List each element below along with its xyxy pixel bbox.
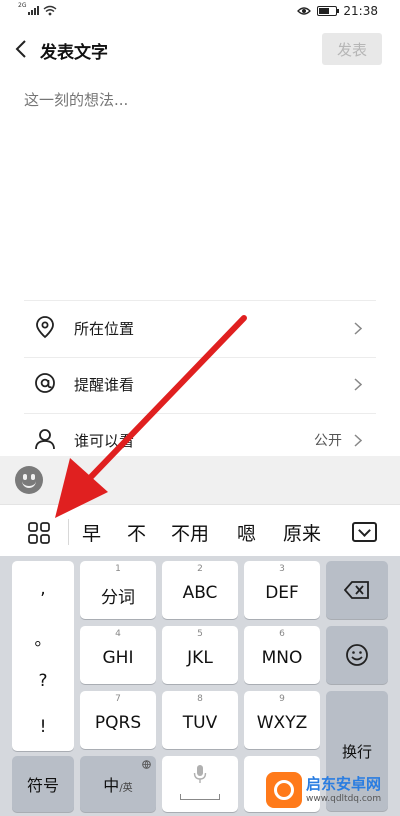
key-label: ABC	[182, 583, 218, 603]
key-label: PQRS	[94, 713, 142, 733]
key-number: 3	[279, 564, 285, 574]
key-9[interactable]: 9 WXYZ	[244, 691, 320, 749]
emoji-icon[interactable]	[15, 466, 43, 494]
clock: 21:38	[343, 4, 378, 18]
wifi-icon	[43, 5, 57, 16]
key-number: 8	[197, 694, 203, 704]
key-2[interactable]: 2 ABC	[162, 561, 238, 619]
emoji-bar	[0, 456, 400, 504]
smiley-icon	[346, 644, 368, 666]
globe-icon	[142, 760, 151, 769]
compose-input[interactable]	[24, 88, 374, 112]
network-type: 2G	[18, 2, 27, 9]
watermark-url: www.qdltdq.com	[306, 794, 382, 804]
key-1[interactable]: 1 分词	[80, 561, 156, 619]
key-7[interactable]: 7 PQRS	[80, 691, 156, 749]
mention-row[interactable]: 提醒谁看	[24, 357, 376, 413]
language-switch-key[interactable]: 中/英	[80, 756, 156, 812]
key-5[interactable]: 5 JKL	[162, 626, 238, 684]
space-key[interactable]	[162, 756, 238, 812]
key-number: 2	[197, 564, 203, 574]
candidate-word[interactable]: 不	[127, 519, 146, 546]
key-number: 5	[197, 629, 203, 639]
enter-label: 换行	[341, 743, 372, 761]
visibility-value: 公开	[314, 433, 342, 449]
visibility-label: 谁可以看	[74, 432, 135, 450]
chevron-right-icon	[354, 434, 362, 447]
microphone-icon	[193, 765, 207, 783]
mention-label: 提醒谁看	[74, 376, 135, 394]
candidate-word[interactable]: 原来	[283, 519, 321, 546]
key-label: WXYZ	[256, 713, 308, 733]
symbols-key[interactable]: 符号	[12, 756, 74, 812]
symbols-label: 符号	[26, 776, 59, 795]
key-label: MNO	[261, 648, 303, 668]
comma-key[interactable]: ,	[12, 579, 74, 599]
status-right: 21:38	[297, 4, 378, 18]
space-bar-glyph	[180, 794, 220, 800]
page-title: 发表文字	[40, 43, 108, 63]
candidate-word[interactable]: 嗯	[237, 519, 256, 546]
location-label: 所在位置	[74, 320, 135, 338]
at-sign-icon	[35, 373, 55, 393]
header: 发表文字 发表	[0, 26, 400, 74]
person-icon	[35, 429, 55, 450]
watermark: 启东安卓网 www.qdltdq.com	[266, 770, 396, 812]
key-label: GHI	[102, 648, 134, 668]
key-number: 1	[115, 564, 121, 574]
location-pin-icon	[36, 316, 54, 339]
smiley-key[interactable]	[326, 626, 388, 684]
key-label: DEF	[265, 583, 299, 603]
backspace-key[interactable]	[326, 561, 388, 619]
period-key[interactable]: 。	[12, 625, 74, 650]
punctuation-key-column[interactable]: , 。 ? !	[12, 561, 74, 751]
key-4[interactable]: 4 GHI	[80, 626, 156, 684]
chevron-right-icon	[354, 322, 362, 335]
status-bar: 2G 21:38	[0, 0, 400, 26]
key-label: JKL	[187, 648, 213, 668]
key-8[interactable]: 8 TUV	[162, 691, 238, 749]
back-arrow-icon[interactable]	[12, 38, 32, 60]
chevron-right-icon	[354, 378, 362, 391]
question-key[interactable]: ?	[12, 671, 74, 691]
grid-menu-icon[interactable]	[28, 522, 50, 544]
battery-icon	[317, 6, 340, 16]
watermark-logo	[266, 772, 302, 808]
key-3[interactable]: 3 DEF	[244, 561, 320, 619]
candidate-word[interactable]: 不用	[171, 519, 209, 546]
candidate-separator	[68, 519, 69, 545]
key-label: 分词	[101, 588, 135, 608]
key-number: 7	[115, 694, 121, 704]
signal-icon: 2G	[18, 2, 40, 15]
keyboard-collapse-icon[interactable]	[352, 522, 377, 542]
exclaim-key[interactable]: !	[12, 717, 74, 737]
eye-icon	[297, 7, 312, 15]
watermark-title: 启东安卓网	[306, 775, 382, 793]
backspace-icon	[344, 581, 369, 599]
language-label: 中/英	[103, 776, 133, 795]
key-label: TUV	[182, 713, 218, 733]
candidate-bar: 早 不 不用 嗯 原来	[0, 504, 400, 556]
key-6[interactable]: 6 MNO	[244, 626, 320, 684]
candidate-word[interactable]: 早	[82, 519, 101, 546]
post-button[interactable]: 发表	[322, 33, 382, 65]
key-number: 9	[279, 694, 285, 704]
key-number: 6	[279, 629, 285, 639]
location-row[interactable]: 所在位置	[24, 301, 376, 357]
key-number: 4	[115, 629, 121, 639]
